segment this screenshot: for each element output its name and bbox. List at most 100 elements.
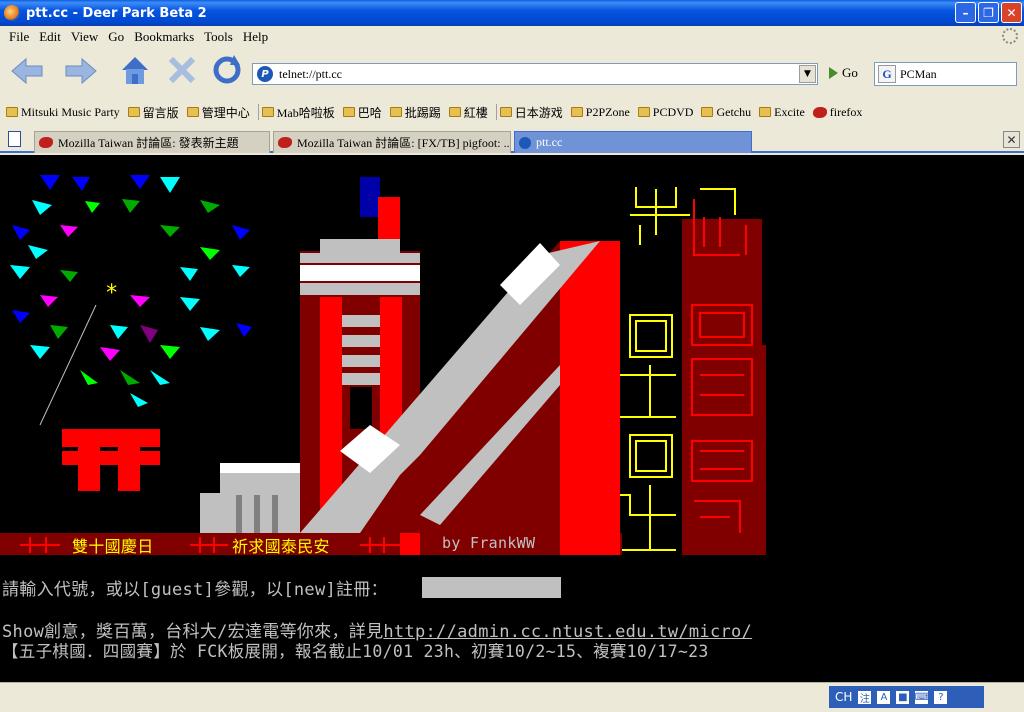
maximize-button[interactable]: ❐ — [978, 2, 999, 23]
mozilla-favicon-icon — [39, 137, 53, 148]
bookmark-mab[interactable]: Mab哈啦板 — [257, 104, 335, 121]
go-arrow-icon — [829, 67, 838, 79]
url-bar[interactable]: P ▼ — [252, 63, 818, 85]
bookmark-label: 留言版 — [142, 105, 179, 120]
menu-go[interactable]: Go — [103, 29, 129, 45]
ime-toolbar[interactable]: CH 注 A ■ ⌨ ? — [829, 686, 984, 708]
announcement-gomoku: 【五子棋國．四國賽】於 FCK板展開，報名截止10/01 23h、初賽10/2~… — [2, 642, 709, 661]
ime-mode-label[interactable]: CH — [835, 690, 852, 704]
folder-icon — [127, 107, 140, 117]
ime-keyboard-icon[interactable]: ⌨ — [915, 690, 929, 704]
search-engine-icon[interactable]: G — [878, 65, 896, 83]
tab-mozilla-pigfoot[interactable]: Mozilla Taiwan 討論區: [FX/TB] pigfoot: ... — [273, 131, 511, 153]
go-button[interactable]: Go — [829, 65, 858, 81]
menu-tools[interactable]: Tools — [199, 29, 238, 45]
home-icon — [122, 57, 148, 84]
banner-blessing: 祈求國泰民安 — [232, 537, 330, 556]
folder-icon — [701, 107, 714, 117]
search-box[interactable]: G PCMan — [874, 62, 1017, 86]
close-button[interactable]: ✕ — [1001, 2, 1022, 23]
toolbar-separator — [257, 104, 259, 120]
mozilla-favicon-icon — [278, 137, 292, 148]
tab-label: Mozilla Taiwan 討論區: 發表新主題 — [58, 136, 239, 150]
bookmark-label: P2PZone — [585, 104, 630, 119]
site-identity-icon — [519, 136, 531, 149]
bookmark-label: firefox — [829, 104, 863, 119]
bookmark-getchu[interactable]: Getchu — [701, 105, 751, 120]
folder-icon — [499, 107, 512, 117]
ascii-art-illustration: * — [0, 175, 766, 555]
throbber-icon — [1002, 28, 1018, 44]
ime-input-icon[interactable]: 注 — [858, 690, 872, 705]
menu-bookmarks[interactable]: Bookmarks — [129, 29, 199, 45]
menubar: File Edit View Go Bookmarks Tools Help — [0, 26, 1024, 48]
bookmark-label: 巴哈 — [357, 105, 382, 120]
menu-view[interactable]: View — [66, 29, 103, 45]
minimize-button[interactable]: – — [955, 2, 976, 23]
forward-button[interactable] — [62, 52, 100, 90]
bookmark-japan-games[interactable]: 日本游戏 — [495, 104, 563, 121]
folder-icon — [389, 107, 402, 117]
folder-icon — [261, 107, 274, 117]
bookmark-firefox[interactable]: firefox — [812, 104, 863, 120]
bookmark-bahamut[interactable]: 巴哈 — [342, 104, 382, 121]
close-tab-button[interactable]: ✕ — [1003, 131, 1020, 148]
ime-alpha-icon[interactable]: A — [877, 690, 891, 704]
login-input[interactable] — [422, 577, 561, 598]
folder-icon — [637, 107, 650, 117]
tab-strip: Mozilla Taiwan 討論區: 發表新主題 Mozilla Taiwan… — [0, 127, 1024, 153]
bookmark-admin[interactable]: 管理中心 — [186, 104, 250, 121]
bookmark-label: Mitsuki Music Party — [21, 104, 120, 119]
forward-arrow-icon — [65, 57, 97, 85]
bookmark-label: Excite — [774, 104, 805, 119]
ime-width-icon[interactable]: ■ — [896, 690, 910, 704]
bookmark-pcdvd[interactable]: PCDVD — [637, 104, 694, 120]
toolbar-separator — [495, 104, 497, 120]
tab-mozilla-new-topic[interactable]: Mozilla Taiwan 討論區: 發表新主題 — [34, 131, 270, 153]
stop-icon — [168, 56, 196, 84]
reload-icon — [213, 55, 241, 84]
folder-icon — [186, 107, 199, 117]
login-prompt: 請輸入代號，或以[guest]參觀，以[new]註冊： — [2, 580, 388, 600]
back-button[interactable] — [8, 52, 46, 90]
folder-icon — [6, 107, 18, 117]
folder-icon — [448, 107, 461, 117]
home-button[interactable] — [116, 51, 154, 89]
tab-ptt[interactable]: ptt.cc — [514, 131, 752, 153]
bookmark-excite[interactable]: Excite — [759, 105, 805, 120]
bookmark-ptt[interactable]: 批踢踢 — [389, 104, 441, 121]
go-label: Go — [842, 65, 858, 80]
url-input[interactable] — [279, 66, 799, 82]
bookmark-label: Mab哈啦板 — [276, 105, 335, 120]
bookmark-guestbook[interactable]: 留言版 — [127, 104, 179, 121]
menu-edit[interactable]: Edit — [34, 29, 66, 45]
banner-national-day: 雙十國慶日 — [72, 537, 154, 556]
back-arrow-icon — [11, 57, 43, 85]
bookmark-p2pzone[interactable]: P2PZone — [570, 104, 630, 120]
bookmark-label: Getchu — [716, 104, 752, 119]
folder-icon — [570, 107, 583, 117]
firefox-icon — [812, 106, 827, 118]
site-identity-icon: P — [257, 66, 273, 82]
bookmark-redhouse[interactable]: 紅樓 — [448, 104, 488, 121]
red-building-art — [682, 199, 766, 554]
search-input[interactable]: PCMan — [900, 67, 937, 82]
telnet-terminal[interactable]: * 雙十國慶日 祈求國泰民安 by FrankWW 請輸入代號，或以[guest… — [0, 155, 1024, 682]
stop-button[interactable] — [163, 51, 201, 89]
tab-label: ptt.cc — [536, 135, 563, 149]
bookmark-mitsuki[interactable]: Mitsuki Music Party — [6, 105, 120, 120]
folder-icon — [759, 107, 772, 117]
bookmark-label: 紅樓 — [463, 105, 488, 120]
url-history-dropdown[interactable]: ▼ — [799, 65, 816, 83]
new-tab-icon[interactable] — [8, 131, 21, 147]
menu-file[interactable]: File — [4, 29, 34, 45]
bookmark-label: PCDVD — [652, 104, 694, 119]
window-titlebar[interactable]: ptt.cc - Deer Park Beta 2 – ❐ ✕ — [0, 0, 1024, 26]
svg-text:*: * — [105, 281, 118, 306]
fireworks-art: * — [10, 175, 252, 491]
ime-help-icon[interactable]: ? — [934, 690, 948, 704]
reload-button[interactable] — [208, 51, 246, 89]
firefox-icon — [4, 5, 20, 21]
window-title: ptt.cc - Deer Park Beta 2 — [26, 5, 207, 21]
menu-help[interactable]: Help — [238, 29, 273, 45]
